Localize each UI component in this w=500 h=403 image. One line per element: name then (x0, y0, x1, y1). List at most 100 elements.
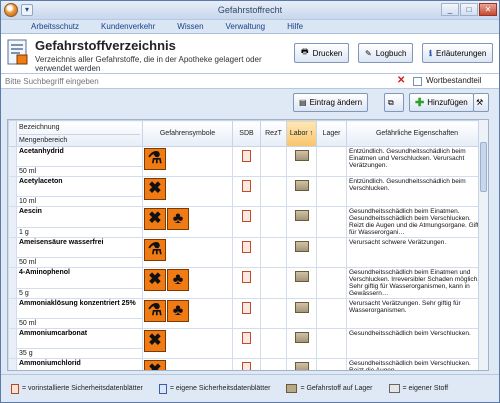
directory-icon (7, 39, 28, 65)
hazard-symbols: ⚗ (142, 237, 233, 268)
rezt-cell (260, 358, 287, 370)
printer-icon: 🖶 (301, 47, 309, 56)
safety-sheet-icon[interactable] (242, 302, 251, 314)
table-header: Bezeichnung Mengenbereich Gefahrensymbol… (8, 120, 488, 147)
labor-cell (286, 267, 317, 299)
logbook-button[interactable]: ✎ Logbuch (358, 43, 414, 63)
column-symbols[interactable]: Gefahrensymbole (142, 120, 233, 147)
column-name-range[interactable]: Bezeichnung Mengenbereich (16, 120, 143, 147)
table-row[interactable]: Ammoniaklösung konzentriert 25% ⚗ ♣ Verursa… (8, 298, 488, 329)
hazard-properties: Gesundheitsschädlich beim Einatmen und V… (346, 267, 488, 299)
tool-button[interactable]: ⚒ (473, 93, 489, 112)
lager-cell (316, 267, 347, 299)
column-sdb[interactable]: SDB (232, 120, 261, 147)
sdb-cell[interactable] (232, 146, 261, 177)
edit-entry-button[interactable]: ▤ Eintrag ändern (293, 93, 369, 112)
substance-name: Acetanhydrid (16, 146, 143, 167)
quantity-range: 1 g (16, 226, 143, 239)
search-input[interactable] (5, 75, 385, 87)
storage-icon (294, 180, 309, 191)
clear-search-icon[interactable]: ✕ (397, 75, 405, 86)
labor-cell (286, 298, 317, 329)
table-row[interactable]: Acetanhydrid ⚗ Entzündlich. Gesundheitssch… (8, 146, 488, 177)
substance-name: Ammoniumchlorid (16, 358, 143, 370)
storage-icon (294, 332, 309, 343)
menu-arbeitsschutz[interactable]: Arbeitsschutz (31, 22, 79, 31)
vertical-scrollbar[interactable] (478, 120, 488, 370)
menu-hilfe[interactable]: Hilfe (287, 22, 303, 31)
lager-cell (316, 328, 347, 359)
edit-icon: ▤ (299, 98, 307, 107)
table-row[interactable]: Ammoniumchlorid ✖ Gesundheitsschädlich bei… (8, 358, 488, 370)
rezt-cell (260, 146, 287, 177)
sdb-cell[interactable] (232, 237, 261, 268)
corrosive-hazard-icon: ⚗ (144, 148, 166, 170)
environment-hazard-icon: ♣ (167, 300, 189, 322)
page-header: Gefahrstoffverzeichnis Verzeichnis aller… (1, 34, 499, 74)
menu-verwaltung[interactable]: Verwaltung (226, 22, 266, 31)
substance-name: 4-Aminophenol (16, 267, 143, 289)
hazard-symbols: ⚗ ♣ (142, 298, 233, 329)
copy-button[interactable]: ⧉ (384, 93, 404, 112)
pencil-icon: ✎ (365, 48, 372, 58)
safety-sheet-icon[interactable] (242, 332, 251, 344)
table-row[interactable]: Ammoniumcarbonat ✖ Gesundheitsschädlich be… (8, 328, 488, 359)
sdb-cell[interactable] (232, 176, 261, 207)
environment-hazard-icon: ♣ (167, 208, 189, 230)
hazard-properties: Entzündlich. Gesundheitsschädlich beim E… (346, 146, 488, 177)
sdb-cell[interactable] (232, 298, 261, 329)
lager-cell (316, 206, 347, 238)
print-button[interactable]: 🖶 Drucken (294, 43, 350, 63)
scrollbar-thumb[interactable] (480, 142, 487, 192)
hazard-symbols: ⚗ (142, 146, 233, 177)
sdb-cell[interactable] (232, 206, 261, 238)
safety-sheet-icon[interactable] (242, 210, 251, 222)
word-part-label: Wortbestandteil (426, 76, 482, 85)
legend-bar: = vorinstallierte Sicherheitsdatenblätte… (1, 374, 499, 402)
legend-own-substance: = eigener Stoff (388, 384, 448, 393)
substance-name: Ammoniaklösung konzentriert 25% (16, 298, 143, 319)
word-part-checkbox[interactable] (413, 77, 422, 86)
labor-cell (286, 176, 317, 207)
hazard-properties: Verursacht schwere Verätzungen. (346, 237, 488, 268)
storage-icon (294, 210, 309, 221)
hazard-properties: Entzündlich. Gesundheitsschädlich beim V… (346, 176, 488, 207)
harmful-hazard-icon: ✖ (144, 269, 166, 291)
corrosive-hazard-icon: ⚗ (144, 239, 166, 261)
quantity-range: 5 g (16, 287, 143, 300)
column-rezt[interactable]: RezT (260, 120, 287, 147)
safety-sheet-icon[interactable] (242, 271, 251, 283)
safety-sheet-icon[interactable] (242, 180, 251, 192)
close-icon[interactable]: ✕ (479, 3, 497, 16)
table-row[interactable]: Ameisensäure wasserfrei ⚗ Verursacht schwe… (8, 237, 488, 268)
info-icon: ℹ (429, 48, 433, 58)
minimize-icon[interactable]: _ (441, 3, 459, 16)
table-row[interactable]: 4-Aminophenol ✖ ♣ Gesundheitsschädlich beim… (8, 267, 488, 299)
menu-wissen[interactable]: Wissen (177, 22, 203, 31)
sdb-cell[interactable] (232, 358, 261, 370)
corrosive-hazard-icon: ⚗ (144, 300, 166, 322)
table-row[interactable]: Acetylaceton ✖ Entzündlich. Gesundheitssch… (8, 176, 488, 207)
table-row[interactable]: Aescin ✖ ♣ Gesundheitsschädlich beim Einatm… (8, 206, 488, 238)
hazard-properties: Gesundheitsschädlich beim Einatmen. Gesu… (346, 206, 488, 238)
safety-sheet-icon[interactable] (242, 150, 251, 162)
harmful-hazard-icon: ✖ (144, 208, 166, 230)
menu-kundenverkehr[interactable]: Kundenverkehr (101, 22, 155, 31)
safety-sheet-icon[interactable] (242, 362, 251, 370)
column-properties[interactable]: Gefährliche Eigenschaften (346, 120, 488, 147)
wrench-icon: ⚒ (476, 98, 484, 107)
sdb-cell[interactable] (232, 328, 261, 359)
safety-sheet-icon[interactable] (242, 241, 251, 253)
column-labor[interactable]: Labor ↑ (286, 120, 317, 147)
add-button[interactable]: ✚ Hinzufügen (409, 93, 474, 112)
column-lager[interactable]: Lager (316, 120, 347, 147)
search-bar: ✕ Wortbestandteil (1, 74, 499, 89)
own-substance-icon (388, 384, 400, 393)
explanations-button[interactable]: ℹ Erläuterungen (422, 43, 494, 63)
lager-cell (316, 358, 347, 370)
quantity-range: 50 ml (16, 166, 143, 177)
labor-cell (286, 358, 317, 370)
environment-hazard-icon: ♣ (167, 269, 189, 291)
sdb-cell[interactable] (232, 267, 261, 299)
maximize-icon[interactable]: □ (460, 3, 478, 16)
